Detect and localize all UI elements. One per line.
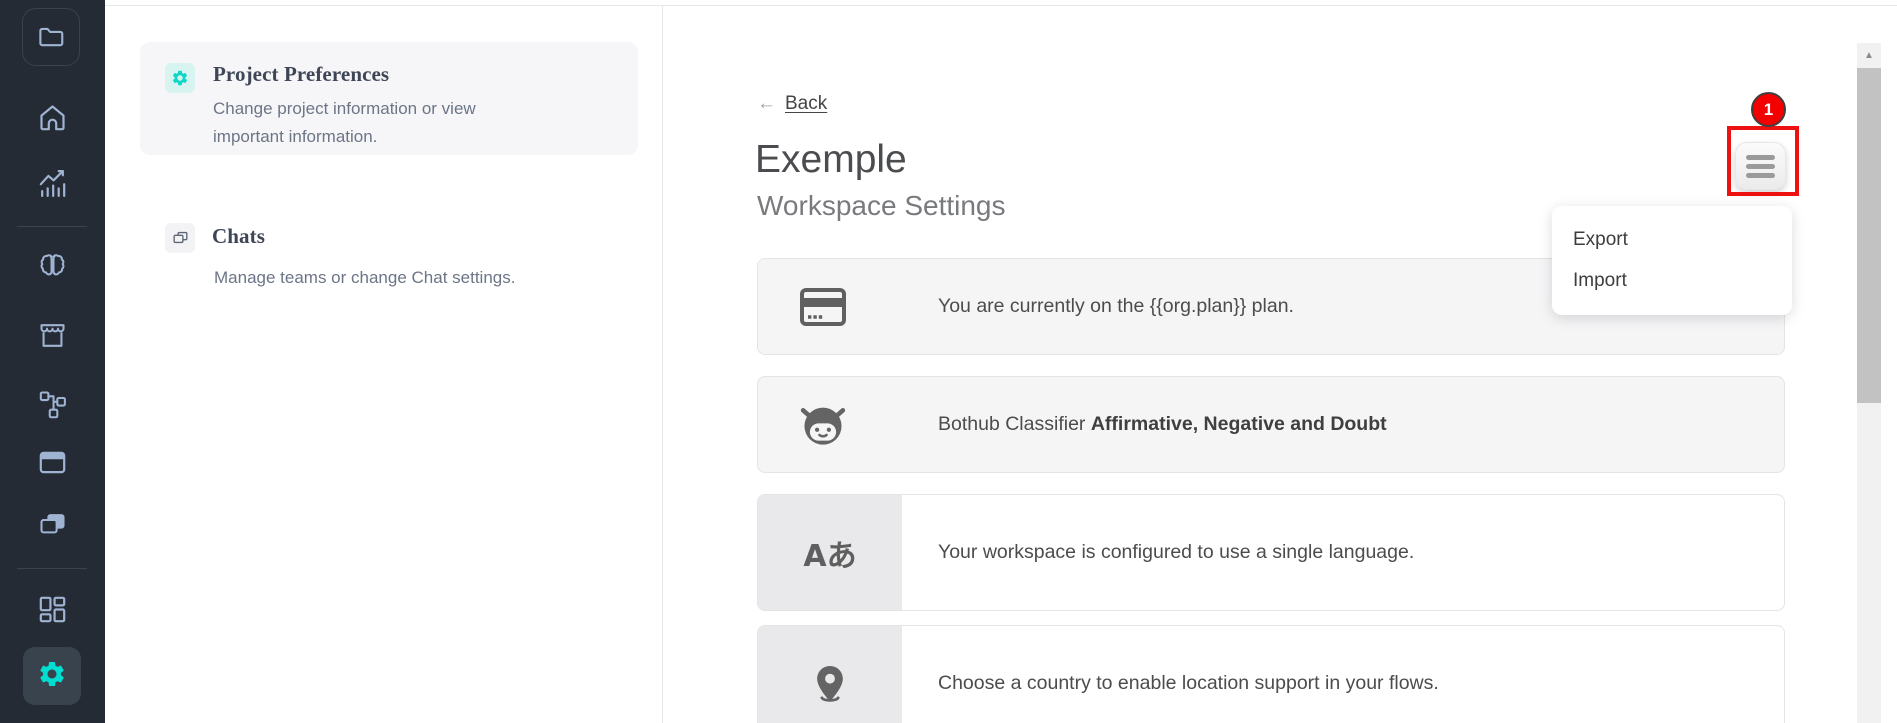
nav-item-chats[interactable] [140,216,580,306]
sidebar-item-store[interactable] [36,319,69,352]
panel-divider [662,6,663,723]
scrollbar-thumb[interactable] [1857,68,1881,403]
nav-item-title: Chats [212,224,265,249]
location-card[interactable]: Choose a country to enable location supp… [757,625,1785,723]
apps-grid-icon [36,593,69,626]
page-title: Exemple [755,138,907,182]
sidebar-divider [17,226,87,227]
app-window: Project Preferences Change project infor… [0,0,1897,723]
chats-icon [36,509,69,542]
translate-icon: Aあ [758,495,902,610]
flows-icon [36,387,69,420]
robot-icon [758,377,888,472]
window-icon [36,446,69,479]
translate-glyph: Aあ [803,531,856,575]
nav-item-project-preferences[interactable]: Project Preferences Change project infor… [140,42,638,155]
chat-icon [165,223,195,253]
location-pin-icon [758,626,902,723]
scroll-up-button[interactable]: ▲ [1857,43,1881,68]
brain-icon [36,250,69,283]
vertical-scrollbar[interactable]: ▲ [1857,43,1881,723]
annotation-badge: 1 [1751,92,1786,127]
analytics-icon [36,167,69,200]
gear-icon [37,659,67,694]
classifier-text-normal: Bothub Classifier [938,413,1091,435]
credit-card-icon [758,259,888,354]
workspace-menu-dropdown: Export Import [1552,206,1792,315]
language-card[interactable]: Aあ Your workspace is configured to use a… [757,494,1785,611]
sidebar-item-apps[interactable] [36,593,69,626]
classifier-card[interactable]: Bothub Classifier Affirmative, Negative … [757,376,1785,473]
sidebar-item-settings-active[interactable] [23,647,81,705]
gear-icon [165,63,195,93]
classifier-text: Bothub Classifier Affirmative, Negative … [938,413,1387,436]
sidebar-item-ai[interactable] [36,250,69,283]
back-arrow-icon: ← [757,93,776,115]
workspace-menu-button[interactable] [1735,142,1786,190]
home-icon [36,101,69,134]
store-icon [36,319,69,352]
projects-button[interactable] [22,8,80,66]
nav-item-title: Project Preferences [213,62,389,87]
back-link[interactable]: ← Back [757,93,827,115]
classifier-text-bold: Affirmative, Negative and Doubt [1091,413,1387,435]
sidebar-item-home[interactable] [36,101,69,134]
location-text: Choose a country to enable location supp… [938,672,1439,695]
back-label: Back [785,93,827,114]
sidebar [0,0,105,723]
top-border [105,5,1897,6]
sidebar-item-chats[interactable] [36,509,69,542]
scroll-up-icon: ▲ [1864,50,1874,61]
nav-item-description: Manage teams or change Chat settings. [214,264,574,292]
plan-text: You are currently on the {{org.plan}} pl… [938,295,1294,318]
nav-item-description: Change project information or view impor… [213,95,513,150]
sidebar-divider [17,568,87,569]
sidebar-item-flows[interactable] [36,387,69,420]
sidebar-item-studio[interactable] [36,446,69,479]
language-text: Your workspace is configured to use a si… [938,541,1414,564]
page-subtitle: Workspace Settings [757,190,1006,222]
menu-item-import[interactable]: Import [1552,260,1792,301]
folder-icon [36,22,66,52]
sidebar-item-analytics[interactable] [36,167,69,200]
menu-item-export[interactable]: Export [1552,219,1792,260]
